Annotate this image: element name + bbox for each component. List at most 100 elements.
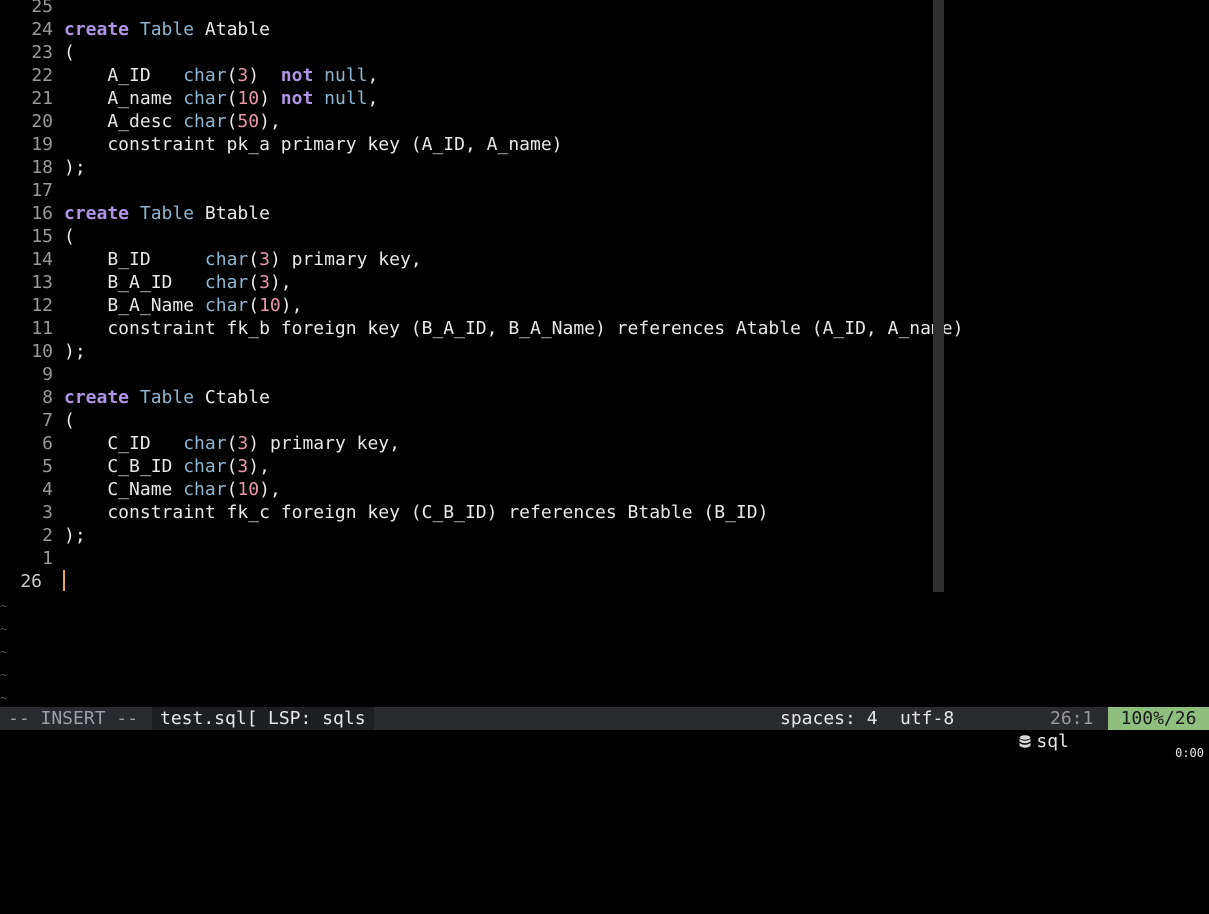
code-token: constraint fk_b foreign key (B_A_ID, B_A… <box>64 318 964 339</box>
code-line[interactable]: 26 <box>0 570 1209 593</box>
cursor-position: 26:1 <box>1046 707 1098 730</box>
code-line[interactable]: 15 ( <box>0 225 1209 248</box>
code-line[interactable]: 10); <box>0 340 1209 363</box>
code-line[interactable]: 11 constraint fk_b foreign key (B_A_ID, … <box>0 317 1209 340</box>
code-token: null <box>324 65 368 86</box>
code-line[interactable]: 20 A_desc char(50), <box>0 110 1209 133</box>
line-number: 13 <box>31 272 53 293</box>
code-token: Atable <box>194 19 270 40</box>
code-token: Table <box>139 203 195 224</box>
code-line[interactable]: 24 create Table Atable <box>0 18 1209 41</box>
tilde-marker: ~ <box>0 691 8 705</box>
code-token: ); <box>64 525 86 546</box>
line-number: 2 <box>42 525 53 546</box>
code-line[interactable]: 7( <box>0 409 1209 432</box>
code-line[interactable]: 1 <box>0 547 1209 570</box>
line-number: 18 <box>31 157 53 178</box>
code-line[interactable]: 12 B_A_Name char(10), <box>0 294 1209 317</box>
code-token: ); <box>64 157 86 178</box>
line-number: 4 <box>42 479 53 500</box>
line-text: ); <box>64 157 86 178</box>
code-line[interactable]: 3 constraint fk_c foreign key (C_B_ID) r… <box>0 501 1209 524</box>
code-line[interactable]: 9 <box>0 363 1209 386</box>
code-token: 3 <box>237 65 249 86</box>
code-token: char <box>183 433 227 454</box>
code-line[interactable]: 22 A_ID char(3) not null, <box>0 64 1209 87</box>
line-text: A_name char(10) not null, <box>64 88 378 109</box>
line-text: B_A_Name char(10), <box>64 295 302 316</box>
code-token: constraint fk_c foreign key (C_B_ID) ref… <box>64 502 769 523</box>
code-line[interactable]: 18); <box>0 156 1209 179</box>
line-text: constraint fk_b foreign key (B_A_ID, B_A… <box>64 318 963 339</box>
code-token: ) primary key, <box>248 433 400 454</box>
lsp-status[interactable]: LSP: sqls <box>258 707 374 730</box>
line-number: 12 <box>31 295 53 316</box>
line-text: constraint fk_c foreign key (C_B_ID) ref… <box>64 502 768 523</box>
line-text: ); <box>64 525 86 546</box>
file-encoding[interactable]: utf-8 <box>892 707 962 730</box>
code-token: create <box>64 203 130 224</box>
code-line[interactable]: 6 C_ID char(3) primary key, <box>0 432 1209 455</box>
code-token: not <box>280 65 314 86</box>
code-token: char <box>183 111 227 132</box>
code-line[interactable]: 5 C_B_ID char(3), <box>0 455 1209 478</box>
line-number: 24 <box>31 19 53 40</box>
code-line[interactable]: 2); <box>0 524 1209 547</box>
indent-setting[interactable]: spaces: 4 <box>772 707 886 730</box>
code-token: A_name <box>64 88 184 109</box>
code-line[interactable]: 19 constraint pk_a primary key (A_ID, A_… <box>0 133 1209 156</box>
code-token: C_B_ID <box>64 456 184 477</box>
line-text: C_B_ID char(3), <box>64 456 270 477</box>
code-token: A_ID <box>64 65 184 86</box>
scroll-percent: 100%/26 <box>1108 707 1209 730</box>
code-token: C_Name <box>64 479 184 500</box>
code-line[interactable]: 13 B_A_ID char(3), <box>0 271 1209 294</box>
code-line[interactable]: 25 <box>0 0 1209 18</box>
code-token: char <box>183 65 227 86</box>
text-cursor <box>63 570 65 591</box>
tilde-marker: ~ <box>0 645 8 659</box>
tilde-marker: ~ <box>0 599 8 613</box>
code-token: B_A_Name <box>64 295 205 316</box>
editor-pane[interactable]: 25 24 create Table Atable 23(22 A_ID char(3… <box>0 0 1209 705</box>
line-text: C_ID char(3) primary key, <box>64 433 400 454</box>
code-token: ( <box>64 410 75 431</box>
line-text: ( <box>64 42 75 63</box>
code-token: ) <box>248 65 281 86</box>
code-line[interactable]: 4 C_Name char(10), <box>0 478 1209 501</box>
code-line[interactable]: 16 create Table Btable <box>0 202 1209 225</box>
line-text: A_ID char(3) not null, <box>64 65 378 86</box>
code-token: Table <box>139 19 195 40</box>
code-token: ( <box>248 249 260 270</box>
line-number: 9 <box>42 364 53 385</box>
code-line[interactable]: 23 ( <box>0 41 1209 64</box>
filetype-label: sql <box>1036 731 1069 752</box>
code-token: ), <box>259 479 281 500</box>
code-line[interactable]: 21 A_name char(10) not null, <box>0 87 1209 110</box>
code-token: ), <box>248 456 270 477</box>
code-line[interactable]: 14 B_ID char(3) primary key, <box>0 248 1209 271</box>
code-token: ) <box>259 88 281 109</box>
line-number: 20 <box>31 111 53 132</box>
line-number: 25 <box>31 0 53 17</box>
code-line[interactable]: 17 <box>0 179 1209 202</box>
line-number: 5 <box>42 456 53 477</box>
line-text: A_desc char(50), <box>64 111 280 132</box>
code-token: create <box>64 19 130 40</box>
code-line[interactable]: 8 create Table Ctable <box>0 386 1209 409</box>
tilde-marker: ~ <box>0 622 8 636</box>
code-token: 3 <box>259 272 270 293</box>
code-token: Table <box>139 387 195 408</box>
line-number: 15 <box>31 226 53 247</box>
code-token: ( <box>226 88 238 109</box>
scrollbar[interactable] <box>933 0 944 592</box>
code-token: ); <box>64 341 86 362</box>
code-token: not <box>280 88 314 109</box>
line-number: 1 <box>42 548 53 569</box>
line-number: 8 <box>42 387 53 408</box>
